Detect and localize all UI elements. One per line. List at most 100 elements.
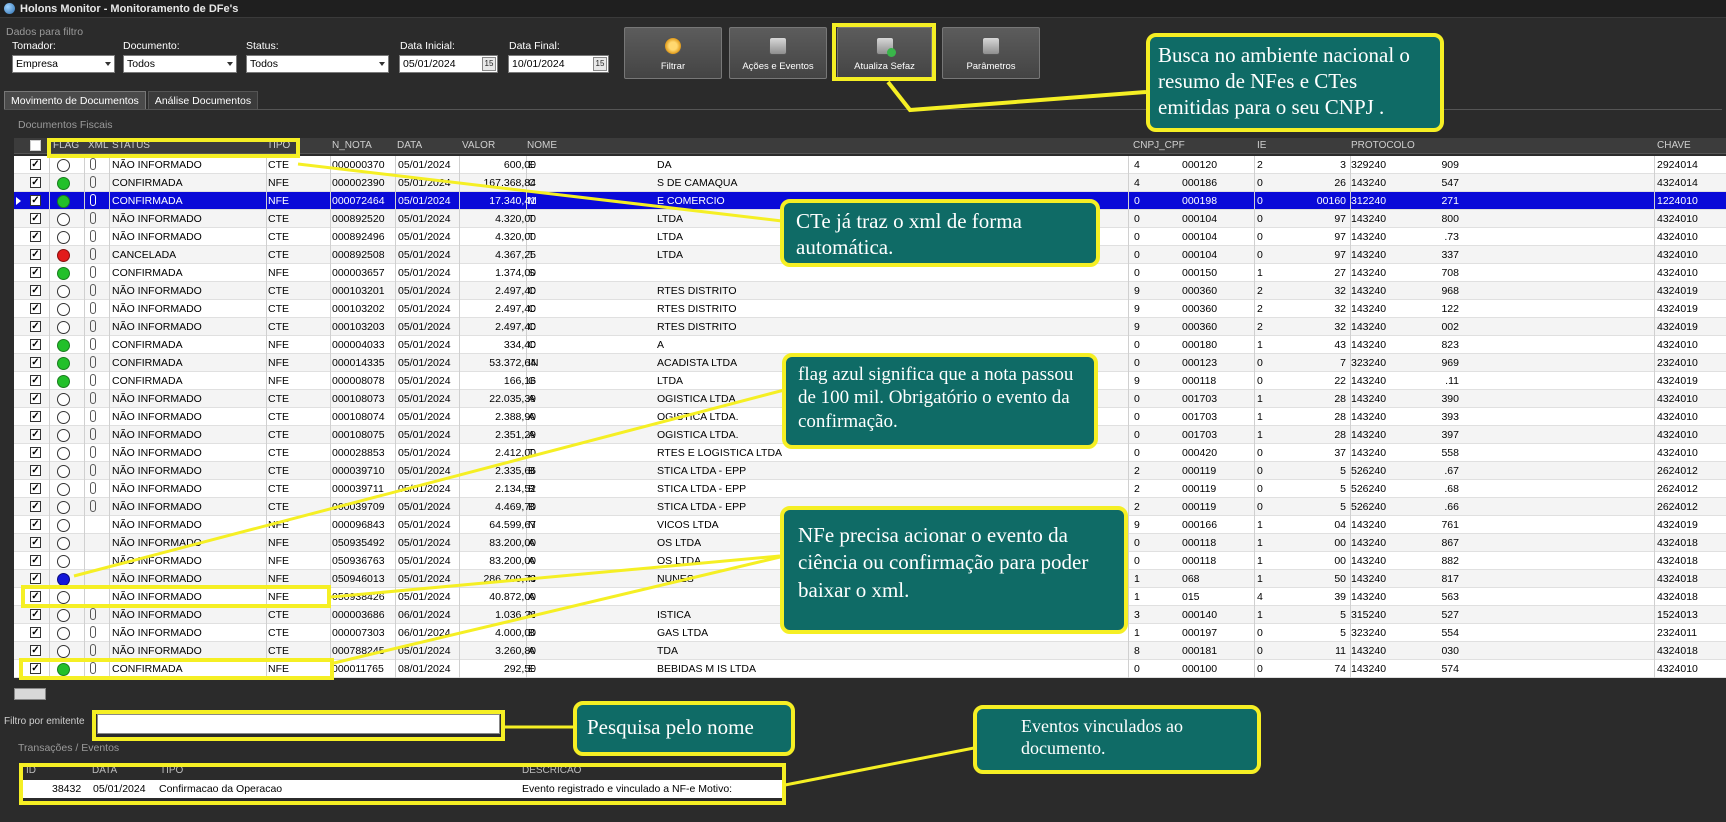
table-row[interactable]: ✓ NÃO INFORMADO CTE 000103202 05/01/2024 2.49… xyxy=(14,300,1726,318)
cell-ie1: 0 xyxy=(1257,177,1263,189)
cell-divider xyxy=(266,264,267,282)
paperclip-icon[interactable] xyxy=(90,374,96,386)
paperclip-icon[interactable] xyxy=(90,392,96,404)
paperclip-icon[interactable] xyxy=(90,608,96,620)
cell-divider xyxy=(109,264,110,282)
cell-nota: 050935492 xyxy=(332,537,385,549)
data-inicial-field[interactable]: 05/01/2024 15 xyxy=(399,55,498,73)
documento-select[interactable]: Todos xyxy=(123,55,237,73)
paperclip-icon[interactable] xyxy=(90,230,96,242)
cell-nome1: A xyxy=(528,411,536,423)
row-checkbox[interactable]: ✓ xyxy=(30,501,41,512)
paperclip-icon[interactable] xyxy=(90,626,96,638)
acoes-eventos-button[interactable]: Ações e Eventos xyxy=(729,27,827,79)
paperclip-icon[interactable] xyxy=(90,644,96,656)
col-nome[interactable]: NOME xyxy=(527,140,557,151)
cell-ie2: 32 xyxy=(1334,285,1346,297)
row-checkbox[interactable]: ✓ xyxy=(30,483,41,494)
row-checkbox[interactable]: ✓ xyxy=(30,195,41,206)
cell-ie1: 0 xyxy=(1257,249,1263,261)
row-checkbox[interactable]: ✓ xyxy=(30,357,41,368)
status-select[interactable]: Todos xyxy=(246,55,389,73)
row-checkbox[interactable]: ✓ xyxy=(30,447,41,458)
filtrar-button[interactable]: Filtrar xyxy=(624,27,722,79)
paperclip-icon[interactable] xyxy=(90,284,96,296)
row-checkbox[interactable]: ✓ xyxy=(30,375,41,386)
tab-analise[interactable]: Análise Documentos xyxy=(147,91,259,109)
cell-divider xyxy=(330,300,331,318)
row-checkbox[interactable]: ✓ xyxy=(30,429,41,440)
table-row[interactable]: ✓ NÃO INFORMADO CTE 000103201 05/01/2024 2.49… xyxy=(14,282,1726,300)
cell-divider xyxy=(330,552,331,570)
calendar-icon[interactable]: 15 xyxy=(593,57,607,71)
cell-divider xyxy=(395,660,396,678)
paperclip-icon[interactable] xyxy=(90,212,96,224)
row-checkbox[interactable]: ✓ xyxy=(30,249,41,260)
col-chave[interactable]: CHAVE xyxy=(1657,140,1691,151)
row-checkbox[interactable]: ✓ xyxy=(30,627,41,638)
paperclip-icon[interactable] xyxy=(90,338,96,350)
table-row[interactable]: ✓ CONFIRMADA NFE 000004033 05/01/2024 334,40 C… xyxy=(14,336,1726,354)
paperclip-icon[interactable] xyxy=(90,464,96,476)
row-checkbox[interactable]: ✓ xyxy=(30,573,41,584)
row-checkbox[interactable]: ✓ xyxy=(30,465,41,476)
row-checkbox[interactable]: ✓ xyxy=(30,213,41,224)
row-checkbox[interactable]: ✓ xyxy=(30,231,41,242)
table-row[interactable]: ✓ NÃO INFORMADO CTE 000000370 05/01/2024 600,… xyxy=(14,156,1726,174)
paperclip-icon[interactable] xyxy=(90,482,96,494)
parametros-button[interactable]: Parâmetros xyxy=(942,27,1040,79)
table-row[interactable]: ✓ NÃO INFORMADO CTE 000103203 05/01/2024 2.49… xyxy=(14,318,1726,336)
cell-cnpj1: 4 xyxy=(1134,159,1140,171)
cell-nome1: T xyxy=(528,447,535,459)
col-ie[interactable]: IE xyxy=(1257,140,1266,151)
row-checkbox[interactable]: ✓ xyxy=(30,339,41,350)
select-all-checkbox[interactable] xyxy=(30,140,41,151)
row-checkbox[interactable]: ✓ xyxy=(30,177,41,188)
paperclip-icon[interactable] xyxy=(90,158,96,170)
cell-nome1: G xyxy=(528,375,537,387)
row-checkbox[interactable]: ✓ xyxy=(30,159,41,170)
row-checkbox[interactable]: ✓ xyxy=(30,321,41,332)
col-data[interactable]: DATA xyxy=(397,140,422,151)
paperclip-icon[interactable] xyxy=(90,320,96,332)
tomador-select[interactable]: Empresa xyxy=(12,55,115,73)
row-checkbox[interactable]: ✓ xyxy=(30,537,41,548)
col-protocolo[interactable]: PROTOCOLO xyxy=(1351,140,1415,151)
row-checkbox[interactable]: ✓ xyxy=(30,519,41,530)
cell-prot1: 143240 xyxy=(1351,429,1387,441)
row-checkbox[interactable]: ✓ xyxy=(30,303,41,314)
col-nnota[interactable]: N_NOTA xyxy=(332,140,372,151)
row-checkbox[interactable]: ✓ xyxy=(30,645,41,656)
cell-divider xyxy=(330,624,331,642)
cell-divider xyxy=(49,354,50,372)
paperclip-icon[interactable] xyxy=(90,356,96,368)
cell-divider xyxy=(49,336,50,354)
paperclip-icon[interactable] xyxy=(90,194,96,206)
row-checkbox[interactable]: ✓ xyxy=(30,267,41,278)
paperclip-icon[interactable] xyxy=(90,302,96,314)
table-row[interactable]: ✓ NÃO INFORMADO CTE 000039711 05/01/2024 2.13… xyxy=(14,480,1726,498)
paperclip-icon[interactable] xyxy=(90,428,96,440)
row-checkbox[interactable]: ✓ xyxy=(30,555,41,566)
paperclip-icon[interactable] xyxy=(90,410,96,422)
paperclip-icon[interactable] xyxy=(90,500,96,512)
row-checkbox[interactable]: ✓ xyxy=(30,285,41,296)
cell-divider xyxy=(49,318,50,336)
paperclip-icon[interactable] xyxy=(90,266,96,278)
paperclip-icon[interactable] xyxy=(90,248,96,260)
cell-cnpj2: 000360 xyxy=(1182,321,1218,333)
cell-prot2: 002 xyxy=(1441,321,1459,333)
data-final-field[interactable]: 10/01/2024 15 xyxy=(508,55,609,73)
col-cnpj[interactable]: CNPJ_CPF xyxy=(1133,140,1185,151)
paperclip-icon[interactable] xyxy=(90,176,96,188)
calendar-icon[interactable]: 15 xyxy=(482,57,496,71)
row-checkbox[interactable]: ✓ xyxy=(30,609,41,620)
paperclip-icon[interactable] xyxy=(90,446,96,458)
table-row[interactable]: ✓ CONFIRMADA NFE 000002390 05/01/2024 167.368… xyxy=(14,174,1726,192)
horizontal-scrollbar[interactable] xyxy=(14,688,46,700)
row-checkbox[interactable]: ✓ xyxy=(30,393,41,404)
tab-movimento[interactable]: Movimento de Documentos xyxy=(4,91,146,109)
table-row[interactable]: ✓ NÃO INFORMADO CTE 000039710 05/01/2024 2.33… xyxy=(14,462,1726,480)
row-checkbox[interactable]: ✓ xyxy=(30,411,41,422)
col-valor[interactable]: VALOR xyxy=(462,140,495,151)
